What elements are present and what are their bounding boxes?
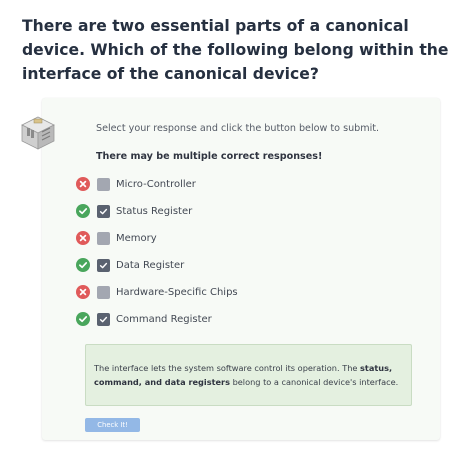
checkmark-icon [99,316,108,322]
option-command-register[interactable]: Command Register [76,311,212,327]
check-circle-icon [76,204,90,218]
option-label: Hardware-Specific Chips [116,286,238,298]
option-memory[interactable]: Memory [76,230,157,246]
feedback-text-end: belong to a canonical device's interface… [229,377,399,387]
checkmark-icon [99,208,108,214]
option-data-register[interactable]: Data Register [76,257,184,273]
device-icon [18,113,58,153]
x-circle-icon [76,285,90,299]
instructions-text: Select your response and click the butto… [96,123,380,134]
checkbox[interactable] [97,285,110,299]
x-circle-icon [76,177,90,191]
checkmark-icon [99,262,108,268]
option-micro-controller[interactable]: Micro-Controller [76,176,196,192]
feedback-text: The interface lets the system software c… [94,363,361,373]
multiple-responses-note: There may be multiple correct responses! [96,151,323,162]
option-label: Memory [116,232,157,244]
checkbox-checked[interactable] [97,204,110,218]
option-label: Status Register [116,205,193,217]
option-hardware-specific-chips[interactable]: Hardware-Specific Chips [76,284,238,300]
checkbox-checked[interactable] [97,312,110,326]
checkbox[interactable] [97,177,110,191]
option-status-register[interactable]: Status Register [76,203,192,219]
checkbox[interactable] [97,231,110,245]
check-it-button[interactable]: Check It! [85,418,140,432]
question-text: There are two essential parts of a canon… [22,17,449,83]
x-circle-icon [76,231,90,245]
option-label: Data Register [116,259,185,271]
option-label: Micro-Controller [116,178,196,190]
checkbox-checked[interactable] [97,258,110,272]
check-circle-icon [76,258,90,272]
option-label: Command Register [116,313,212,325]
feedback-box: The interface lets the system software c… [85,344,412,406]
check-circle-icon [76,312,90,326]
